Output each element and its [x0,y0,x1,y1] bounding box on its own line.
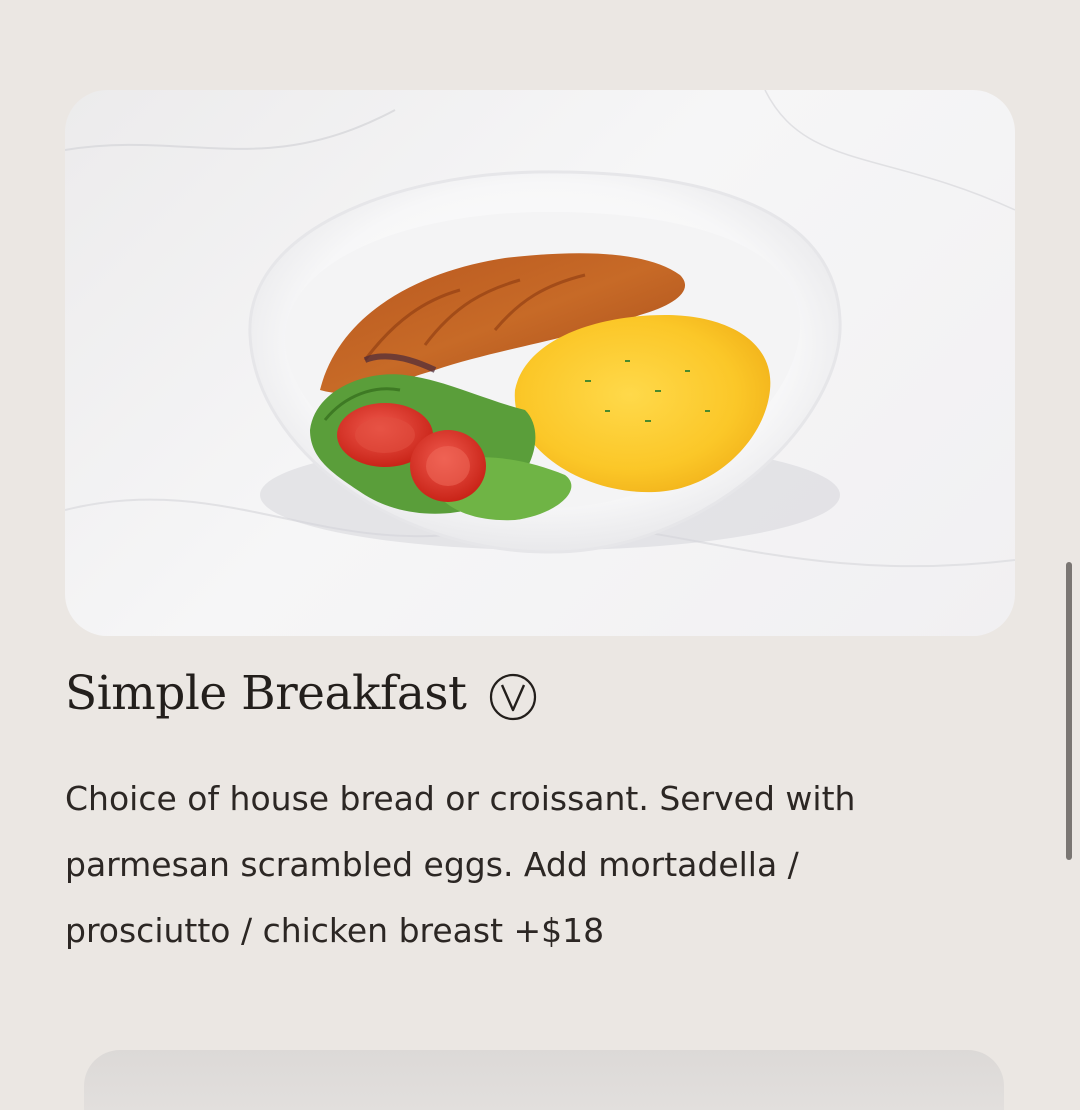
next-menu-item-card[interactable] [84,1050,1004,1110]
menu-item-description: Choice of house bread or croissant. Serv… [65,779,856,950]
menu-item-title-text: Simple Breakfast [65,666,467,721]
vertical-scrollbar-thumb[interactable] [1066,562,1072,860]
menu-item-title: Simple Breakfast [65,662,538,726]
breakfast-plate-illustration [65,90,1015,568]
menu-item-photo[interactable] [65,90,1015,636]
vegetarian-v-icon [488,672,538,722]
